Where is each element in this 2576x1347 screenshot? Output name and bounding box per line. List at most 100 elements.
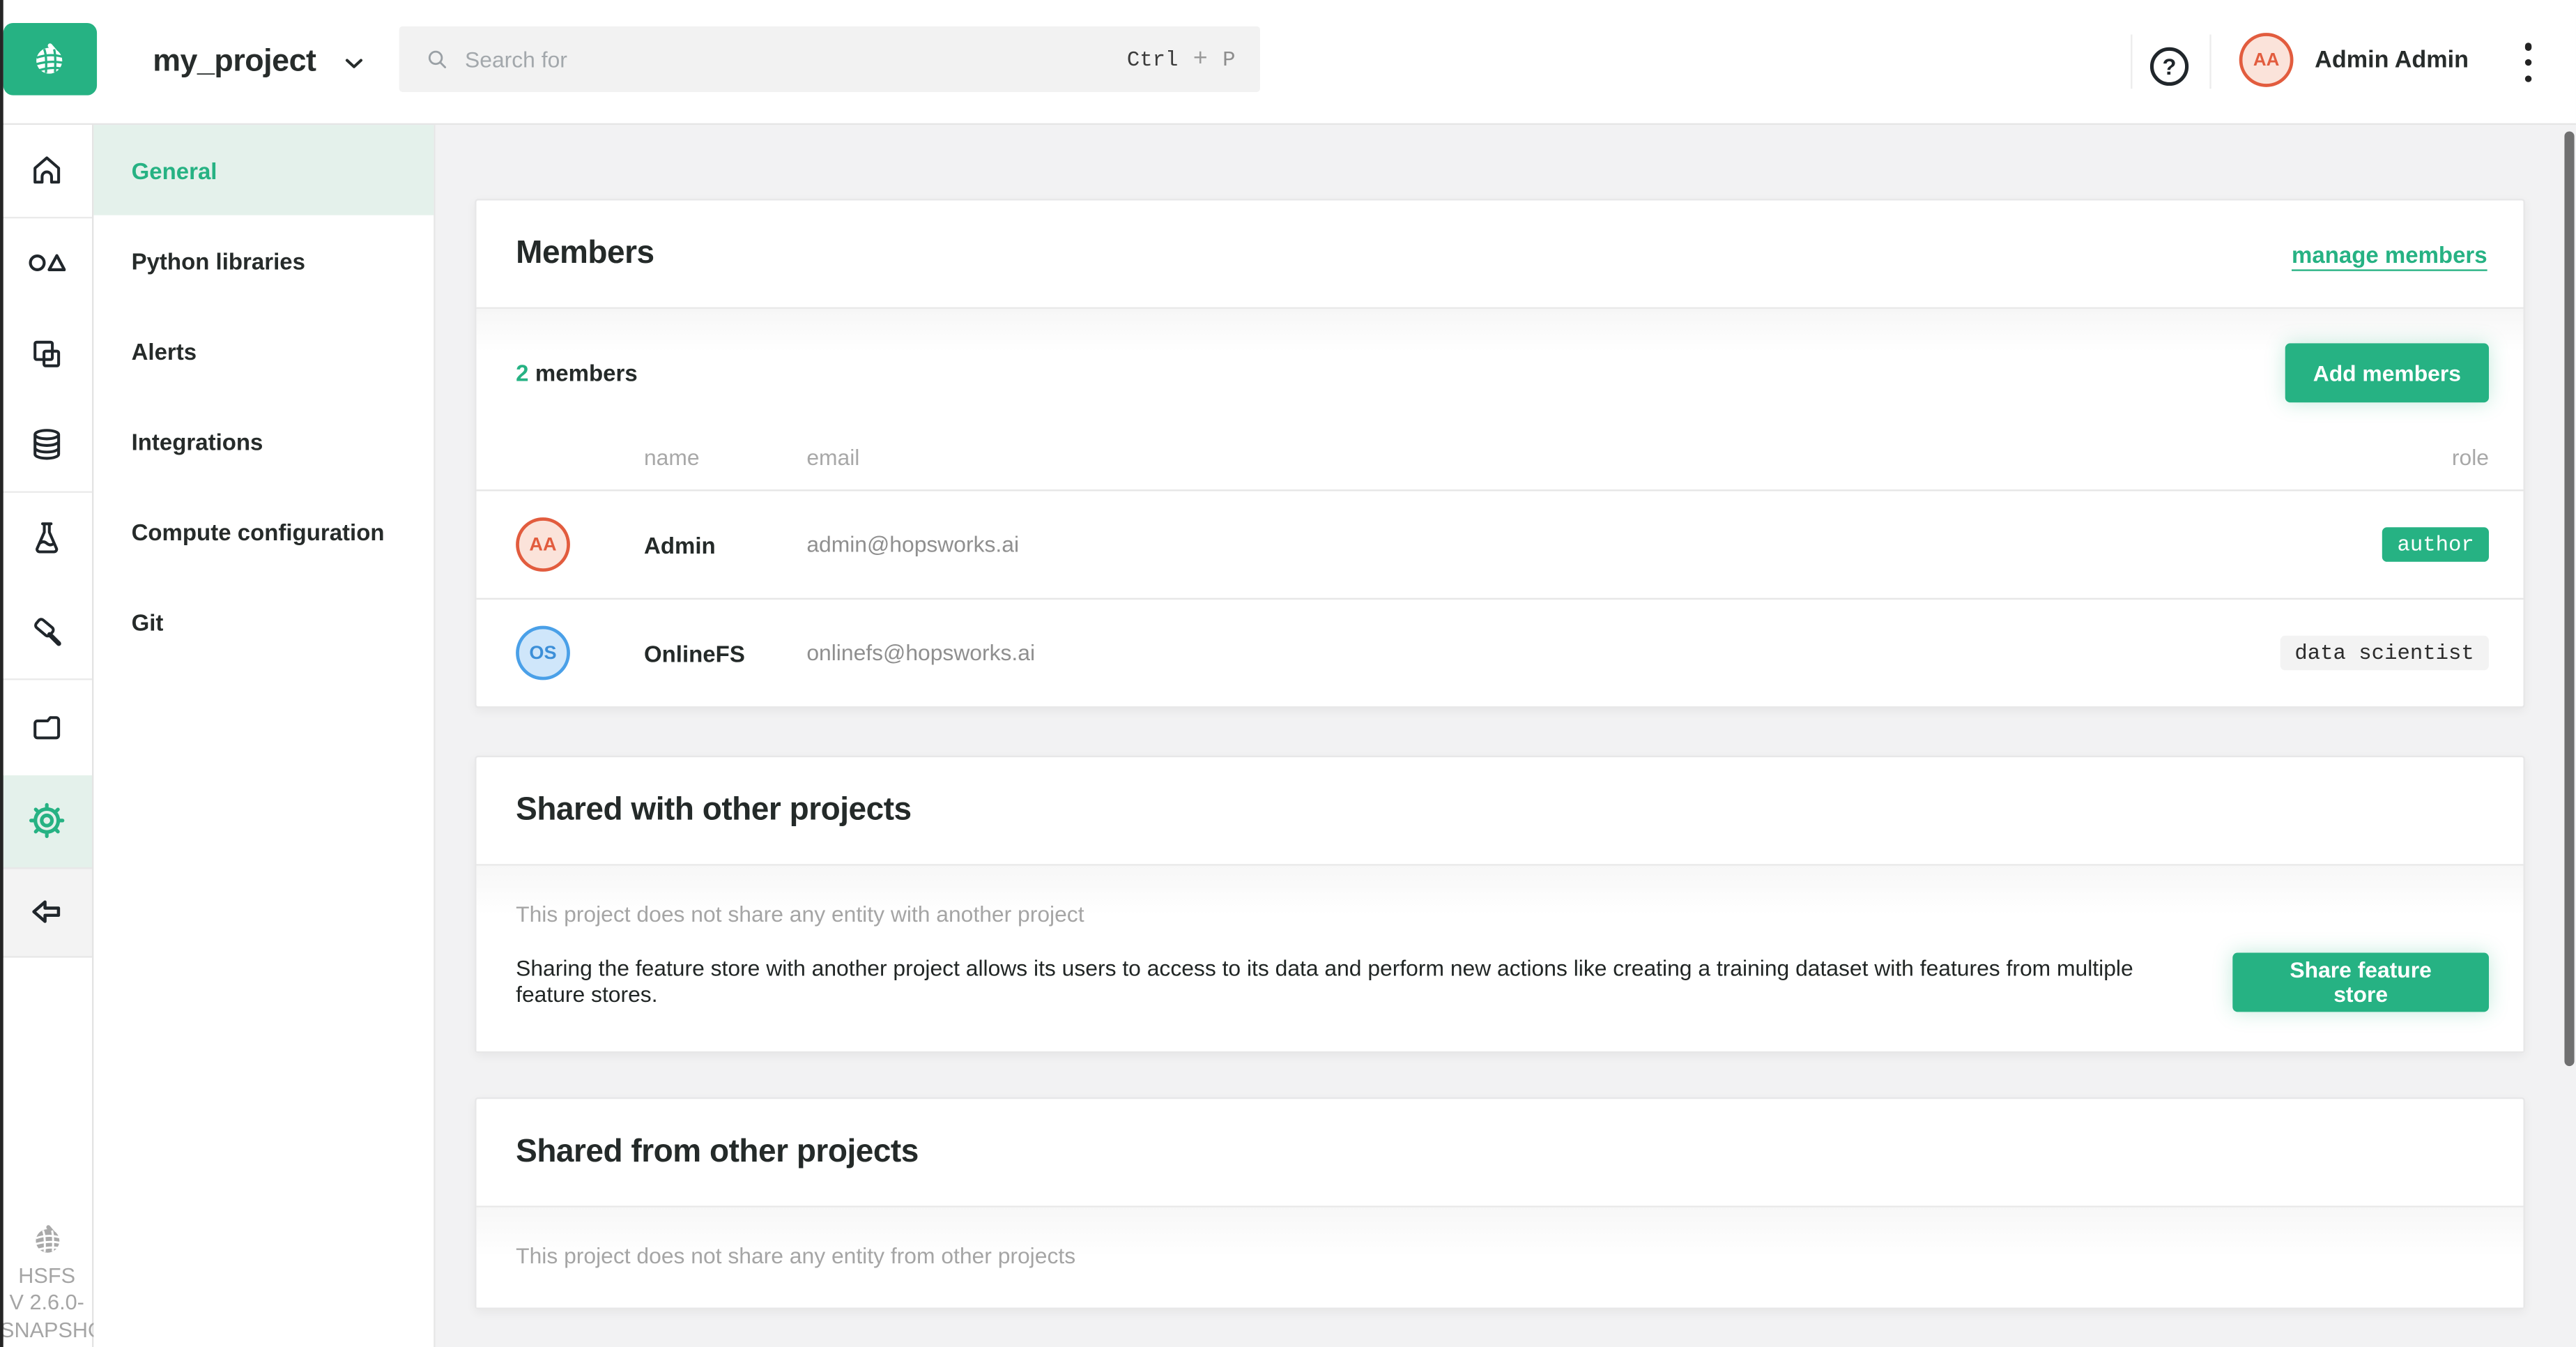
- version-line-1: HSFS: [0, 1263, 93, 1290]
- user-name: Admin Admin: [2315, 47, 2469, 73]
- column-header-email: email: [806, 444, 2452, 469]
- search-icon: [424, 46, 450, 73]
- members-toolbar: 2 members Add members: [477, 309, 2524, 424]
- user-menu[interactable]: AA Admin Admin: [2239, 33, 2469, 87]
- sidebar-item-file-browser[interactable]: [0, 679, 92, 775]
- members-card: Members manage members 2 members Add memb…: [475, 199, 2525, 708]
- column-header-name: name: [644, 444, 806, 469]
- sidebar-item-feature-store[interactable]: [0, 218, 92, 308]
- svg-text:?: ?: [2163, 54, 2177, 79]
- members-count-number: 2: [516, 360, 528, 386]
- shared-from-body: This project does not share any entity f…: [477, 1208, 2524, 1308]
- shortcut-ctrl: Ctrl: [1127, 47, 1179, 71]
- member-avatar: OS: [516, 626, 570, 680]
- menu-item-label: Git: [132, 609, 164, 635]
- circle-triangle-icon: [26, 243, 66, 283]
- member-role-badge: data scientist: [2280, 636, 2489, 670]
- menu-item-label: Python libraries: [132, 248, 305, 274]
- shared-from-empty-text: This project does not share any entity f…: [516, 1208, 2489, 1268]
- member-role-badge: author: [2382, 527, 2489, 561]
- shared-with-card: Shared with other projects This project …: [475, 756, 2525, 1053]
- version-line-2: V 2.6.0-: [0, 1290, 93, 1317]
- main-content: Members manage members 2 members Add memb…: [436, 125, 2576, 1347]
- sidebar-item-datasets[interactable]: [0, 398, 92, 490]
- kebab-dot: [2524, 59, 2532, 66]
- shortcut-key: P: [1222, 47, 1235, 71]
- member-email: admin@hopsworks.ai: [806, 532, 2382, 556]
- shared-from-header: Shared from other projects: [477, 1099, 2524, 1208]
- sidebar-item-jobs[interactable]: [0, 584, 92, 678]
- scrollbar-thumb[interactable]: [2564, 131, 2573, 1066]
- gear-icon: [26, 800, 67, 841]
- icon-sidebar: HSFS V 2.6.0- SNAPSHOT: [0, 125, 93, 1347]
- sidebar-item-home[interactable]: [0, 125, 92, 216]
- search-shortcut: Ctrl + P: [1127, 45, 1236, 73]
- menu-item-compute-configuration[interactable]: Compute configuration: [93, 486, 434, 577]
- home-icon: [27, 151, 65, 189]
- sidebar-item-settings[interactable]: [0, 775, 92, 867]
- add-members-button[interactable]: Add members: [2285, 343, 2489, 402]
- share-feature-store-button[interactable]: Share feature store: [2232, 953, 2489, 1012]
- sidebar-item-back[interactable]: [0, 867, 92, 957]
- user-avatar: AA: [2239, 33, 2294, 87]
- menu-item-git[interactable]: Git: [93, 577, 434, 667]
- kebab-dot: [2524, 43, 2532, 50]
- members-title: Members: [516, 235, 654, 273]
- project-name: my_project: [153, 45, 316, 81]
- menu-item-python-libraries[interactable]: Python libraries: [93, 215, 434, 306]
- shared-from-title: Shared from other projects: [516, 1134, 919, 1171]
- folder-icon: [27, 708, 65, 745]
- shared-with-header: Shared with other projects: [477, 757, 2524, 866]
- chevron-down-icon: [341, 49, 369, 77]
- version-info: HSFS V 2.6.0- SNAPSHOT: [0, 1223, 93, 1344]
- member-row: AA Admin admin@hopsworks.ai author: [477, 489, 2524, 598]
- hopsworks-logo[interactable]: [3, 23, 96, 96]
- gavel-icon: [27, 612, 65, 650]
- hopsworks-logo-icon: [31, 40, 68, 78]
- members-count: 2 members: [516, 360, 638, 386]
- project-switcher[interactable]: my_project: [153, 0, 369, 125]
- flask-icon: [27, 519, 65, 557]
- overlapping-squares-icon: [27, 334, 65, 372]
- arrow-left-icon: [26, 892, 66, 931]
- member-name: Admin: [644, 531, 806, 558]
- search-placeholder: Search for: [465, 47, 1112, 71]
- members-table-header: name email role: [477, 424, 2524, 489]
- search-input[interactable]: Search for Ctrl + P: [399, 26, 1260, 92]
- shared-with-empty-text: This project does not share any entity w…: [516, 866, 2489, 927]
- version-line-3: SNAPSHOT: [0, 1316, 93, 1344]
- topbar-divider: [2209, 34, 2211, 89]
- share-feature-store-description: Sharing the feature store with another p…: [516, 955, 2167, 1010]
- hopsworks-logo-gray-icon: [0, 1223, 93, 1256]
- topbar-divider: [2131, 34, 2132, 89]
- menu-item-label: Alerts: [132, 337, 197, 364]
- member-row: OS OnlineFS onlinefs@hopsworks.ai data s…: [477, 598, 2524, 707]
- member-email: onlinefs@hopsworks.ai: [806, 641, 2280, 665]
- settings-menu: General Python libraries Alerts Integrat…: [93, 125, 435, 1347]
- share-feature-store-row: Sharing the feature store with another p…: [516, 953, 2489, 1012]
- topbar: my_project Search for Ctrl + P ?: [0, 0, 2576, 125]
- members-card-header: Members manage members: [477, 200, 2524, 309]
- help-icon: ?: [2145, 43, 2193, 90]
- menu-item-integrations[interactable]: Integrations: [93, 396, 434, 487]
- menu-item-label: Integrations: [132, 428, 263, 455]
- app-window: my_project Search for Ctrl + P ?: [0, 0, 2576, 1347]
- menu-item-general[interactable]: General: [93, 125, 434, 215]
- sidebar-item-experiments[interactable]: [0, 492, 92, 584]
- shared-from-card: Shared from other projects This project …: [475, 1097, 2525, 1309]
- shared-with-title: Shared with other projects: [516, 792, 912, 830]
- members-count-label: members: [535, 360, 638, 386]
- kebab-menu-button[interactable]: [2515, 40, 2542, 86]
- menu-item-alerts[interactable]: Alerts: [93, 305, 434, 396]
- member-name: OnlineFS: [644, 640, 806, 667]
- window-left-edge: [0, 0, 3, 1347]
- kebab-dot: [2524, 75, 2532, 82]
- help-button[interactable]: ?: [2145, 43, 2193, 90]
- menu-item-label: General: [132, 157, 217, 183]
- sidebar-item-projects[interactable]: [0, 308, 92, 399]
- menu-item-label: Compute configuration: [132, 518, 385, 545]
- column-header-role: role: [2452, 444, 2489, 469]
- database-icon: [27, 425, 65, 463]
- manage-members-link[interactable]: manage members: [2292, 241, 2487, 267]
- shortcut-plus: +: [1193, 45, 1208, 73]
